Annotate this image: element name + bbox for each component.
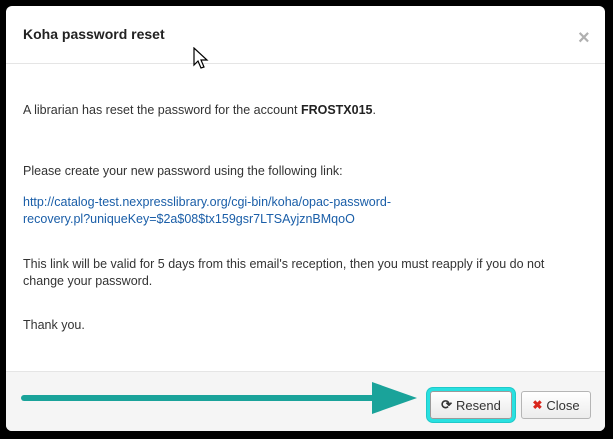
reset-notice-suffix: . — [372, 103, 376, 117]
instructions-text: Please create your new password using th… — [23, 164, 343, 178]
password-recovery-link[interactable]: http://catalog-test.nexpresslibrary.org/… — [23, 194, 423, 228]
link-line-2: recovery.pl?uniqueKey=$2a$08$tx159gsr7LT… — [23, 212, 355, 226]
reset-notice-prefix: A librarian has reset the password for t… — [23, 103, 301, 117]
validity-text-line-2: change your password. — [23, 274, 153, 288]
refresh-icon: ⟳ — [441, 397, 453, 412]
annotation-arrow-icon — [21, 382, 417, 414]
close-button[interactable]: ✖ Close — [521, 391, 591, 419]
close-icon[interactable]: × — [578, 28, 590, 48]
close-label: Close — [546, 397, 580, 413]
signoff-text: Thank you. — [23, 318, 85, 332]
link-line-1: http://catalog-test.nexpresslibrary.org/… — [23, 195, 391, 209]
password-reset-modal: Koha password reset × A librarian has re… — [6, 6, 605, 431]
account-name: FROSTX015 — [300, 103, 373, 117]
resend-label: Resend — [456, 397, 501, 413]
reset-notice: A librarian has reset the password for t… — [23, 102, 376, 118]
times-icon: ✖ — [532, 398, 543, 412]
mouse-pointer-icon — [193, 47, 209, 69]
resend-button[interactable]: ⟳ Resend — [427, 388, 515, 422]
validity-text-line-1: This link will be valid for 5 days from … — [23, 257, 545, 271]
modal-title: Koha password reset — [23, 26, 165, 42]
modal-header: Koha password reset × — [6, 6, 605, 64]
